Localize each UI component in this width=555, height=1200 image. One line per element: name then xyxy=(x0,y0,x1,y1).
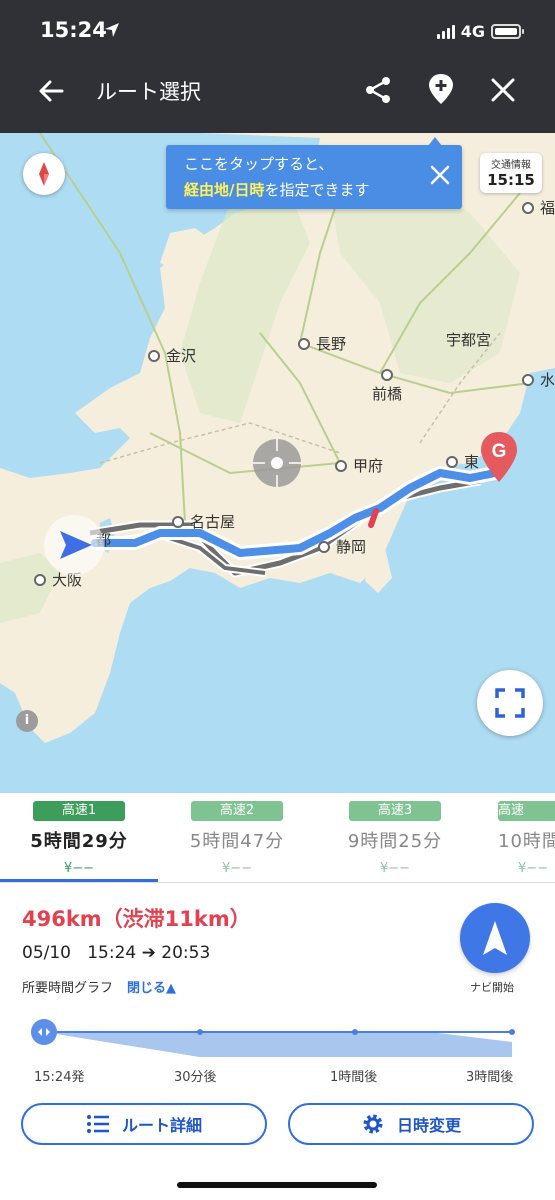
route-badge: 高速1 xyxy=(33,801,125,821)
route-tab-4[interactable]: 高速 10時間 ¥−− xyxy=(474,793,555,882)
route-fee: ¥−− xyxy=(518,861,549,876)
navi-start-button[interactable] xyxy=(460,903,530,973)
traffic-label: 交通情報 xyxy=(491,160,531,171)
signal-icon xyxy=(436,24,455,39)
top-bar: 15:24 4G ルート選択 xyxy=(0,0,555,133)
graph-tick-3: 3時間後 xyxy=(466,1070,514,1085)
location-arrow-icon xyxy=(105,23,119,37)
compass-icon[interactable] xyxy=(23,153,65,195)
navi-start-label: ナビ開始 xyxy=(470,981,514,994)
current-location-marker xyxy=(44,515,104,575)
route-distance: 496km（渋滞11km） xyxy=(22,907,251,931)
navigation-arrow-icon xyxy=(483,921,507,955)
arrive-time: 20:53 xyxy=(161,943,211,963)
route-fee: ¥−− xyxy=(221,861,253,876)
graph-header: 所要時間グラフ 閉じる▲ xyxy=(22,977,176,996)
page-title: ルート選択 xyxy=(96,80,201,104)
share-icon[interactable] xyxy=(362,74,394,106)
graph-tick-1: 30分後 xyxy=(174,1070,217,1085)
graph-label: 所要時間グラフ xyxy=(22,981,114,996)
info-icon[interactable]: i xyxy=(16,710,38,732)
status-time: 15:24 xyxy=(40,18,107,42)
city-tokyo: 東 xyxy=(446,451,479,472)
city-nagoya: 名古屋 xyxy=(172,511,235,532)
arrow-glyph: ➔ xyxy=(141,943,156,963)
header-row: ルート選択 xyxy=(0,66,555,114)
waypoint-tooltip[interactable]: ここをタップすると、 経由地/日時を指定できます xyxy=(166,137,462,209)
route-badge: 高速 xyxy=(498,801,555,821)
city-kofu: 甲府 xyxy=(335,455,383,476)
route-duration: 9時間25分 xyxy=(347,831,443,852)
network-type: 4G xyxy=(460,22,485,41)
route-fee: ¥−− xyxy=(379,861,411,876)
route-badge: 高速3 xyxy=(349,801,441,821)
route-date: 05/10 xyxy=(22,943,71,963)
travel-time-graph[interactable] xyxy=(30,1018,520,1064)
traffic-time: 15:15 xyxy=(487,171,535,189)
city-nagano: 長野 xyxy=(298,333,346,354)
fullscreen-icon[interactable] xyxy=(477,670,543,736)
city-maebashi: 前橋 xyxy=(372,369,402,404)
graph-tick-2: 1時間後 xyxy=(330,1070,378,1085)
route-tab-1[interactable]: 高速1 5時間29分 ¥−− xyxy=(0,793,158,882)
route-detail-panel: 496km（渋滞11km） 05/10 15:24 ➔ 20:53 所要時間グラ… xyxy=(0,883,555,1200)
route-tab-2[interactable]: 高速2 5時間47分 ¥−− xyxy=(158,793,316,882)
battery-icon xyxy=(491,24,524,39)
tooltip-close-icon[interactable] xyxy=(428,163,452,187)
route-times: 05/10 15:24 ➔ 20:53 xyxy=(22,943,210,963)
depart-time: 15:24 xyxy=(87,943,137,963)
datetime-change-button[interactable]: 日時変更 xyxy=(288,1103,534,1145)
city-utsunomiya: 宇都宮 xyxy=(446,331,492,349)
graph-close-link[interactable]: 閉じる▲ xyxy=(127,981,176,996)
tooltip-line2: 経由地/日時を指定できます xyxy=(184,181,370,199)
route-duration: 5時間47分 xyxy=(189,831,285,852)
tooltip-line1: ここをタップすると、 xyxy=(184,155,334,173)
status-indicators: 4G xyxy=(436,22,524,41)
map-view[interactable]: 金沢 長野 宇都宮 前橋 甲府 名古屋 静岡 大阪 都 東 福 水 G ここをタ… xyxy=(0,133,555,793)
gear-icon xyxy=(363,1114,383,1134)
city-kanazawa: 金沢 xyxy=(148,345,196,366)
close-icon[interactable] xyxy=(488,75,518,105)
route-fee: ¥−− xyxy=(63,861,95,876)
city-fukushima: 福 xyxy=(522,197,555,218)
add-waypoint-icon[interactable] xyxy=(425,72,457,106)
route-tab-3[interactable]: 高速3 9時間25分 ¥−− xyxy=(316,793,474,882)
graph-tick-0: 15:24発 xyxy=(34,1070,85,1085)
route-detail-button[interactable]: ルート詳細 xyxy=(21,1103,267,1145)
city-mito: 水 xyxy=(522,369,555,390)
back-arrow-icon[interactable] xyxy=(36,76,66,106)
list-icon xyxy=(86,1115,109,1133)
route-badge: 高速2 xyxy=(191,801,283,821)
goal-pin-icon[interactable]: G xyxy=(478,430,520,484)
city-shizuoka: 静岡 xyxy=(318,536,366,557)
route-duration: 5時間29分 xyxy=(30,831,128,852)
tooltip-pointer xyxy=(428,137,442,146)
svg-text:G: G xyxy=(492,441,507,462)
traffic-info-button[interactable]: 交通情報 15:15 xyxy=(480,153,542,193)
datetime-change-label: 日時変更 xyxy=(396,1116,461,1135)
route-duration: 10時間 xyxy=(498,831,555,852)
home-indicator xyxy=(177,1182,377,1188)
route-tabs: 高速1 5時間29分 ¥−− 高速2 5時間47分 ¥−− 高速3 9時間25分… xyxy=(0,793,555,883)
route-detail-label: ルート詳細 xyxy=(121,1116,202,1135)
